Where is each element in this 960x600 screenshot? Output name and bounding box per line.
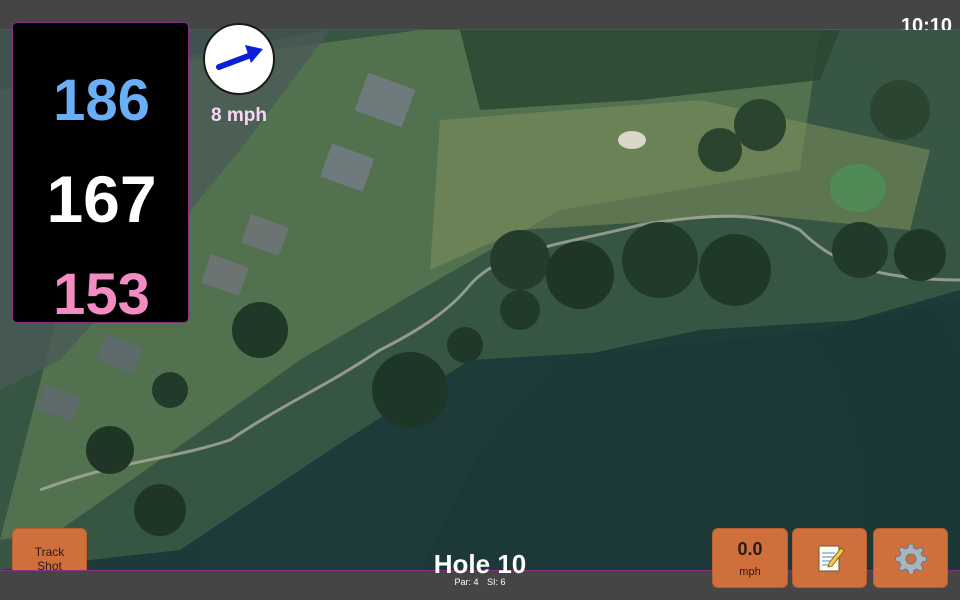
scorecard-notes-button[interactable] xyxy=(792,528,867,588)
gear-icon xyxy=(894,543,927,574)
hole-par: Par: 4 xyxy=(454,577,479,587)
settings-button[interactable] xyxy=(873,528,948,588)
back-distance: 186 xyxy=(53,68,150,133)
wind-speed: 8 mph xyxy=(211,105,267,126)
distance-panel: 186 167 153 xyxy=(12,22,189,327)
notepad-icon xyxy=(818,545,845,572)
speed-unit: mph xyxy=(739,566,761,578)
hole-info: Par: 4 SI: 6 xyxy=(380,577,580,587)
track-shot-label: Track Shot xyxy=(34,545,65,573)
wind-indicator[interactable] xyxy=(203,23,275,95)
hole-stroke-index: SI: 6 xyxy=(487,577,506,587)
speed-value: 0.0 xyxy=(737,539,763,559)
middle-distance: 167 xyxy=(46,162,157,236)
speed-button[interactable]: 0.0 mph xyxy=(712,528,788,588)
front-distance: 153 xyxy=(53,262,150,327)
wind-arrow-icon xyxy=(216,45,263,70)
hole-title: Hole 10 xyxy=(433,549,527,579)
